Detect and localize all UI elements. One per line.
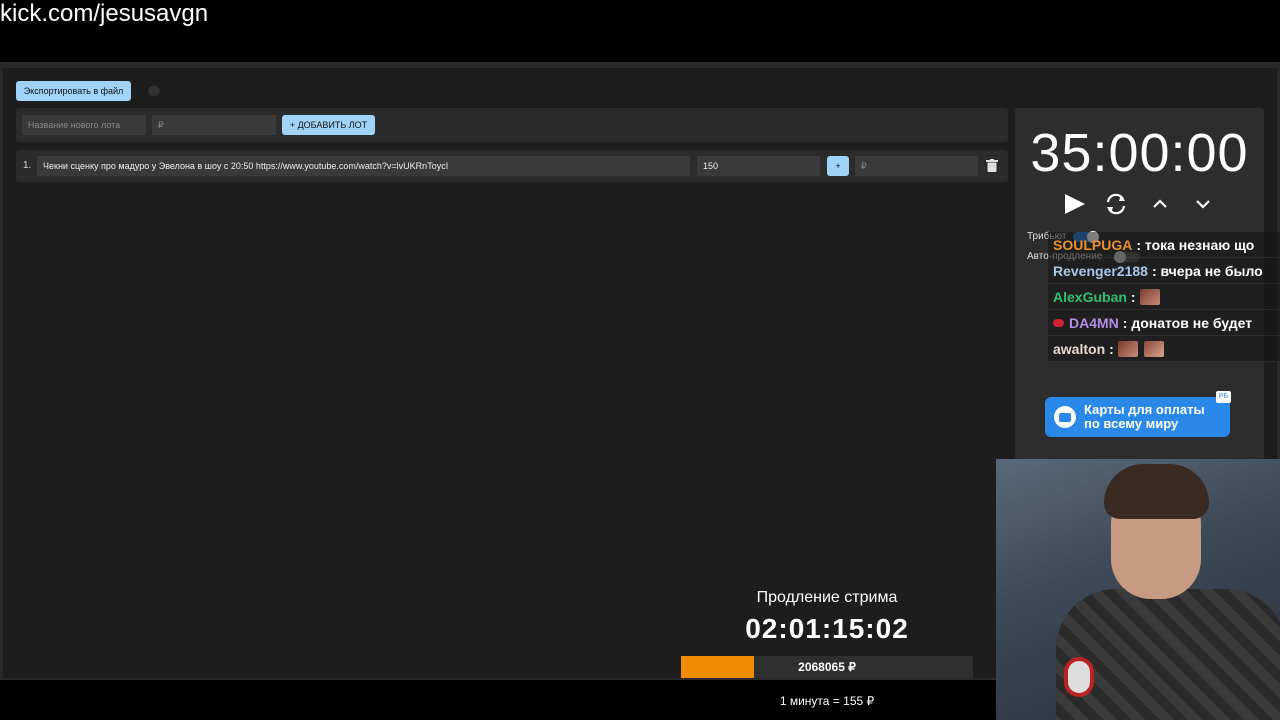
chat-text: :: [1130, 288, 1136, 305]
chat-username[interactable]: DA4MN: [1069, 315, 1119, 331]
ad-banner[interactable]: Карты для оплаты по всему миру: [1045, 397, 1230, 437]
channel-url-overlay: kick.com/jesusavgn: [0, 0, 209, 27]
chat-badge-icon: [1053, 318, 1064, 327]
add-lot-button[interactable]: + ДОБАВИТЬ ЛОТ: [282, 115, 375, 135]
trash-icon[interactable]: [986, 159, 998, 172]
chat-message: DA4MN: донатов не будет: [1048, 310, 1280, 336]
webcam-feed: [996, 459, 1280, 720]
chat-username[interactable]: AlexGuban: [1053, 289, 1127, 305]
lot-plus-button[interactable]: +: [827, 156, 849, 176]
card-icon: [1054, 406, 1076, 428]
add-lot-bar: Название нового лота ₽ + ДОБАВИТЬ ЛОТ: [16, 108, 1008, 142]
extension-progress-bar: 2068065 ₽: [681, 656, 973, 678]
chevron-down-icon[interactable]: [1191, 192, 1215, 216]
chat-overlay: SOULPUGA: тока незнаю що Revenger2188: вч…: [1048, 232, 1280, 362]
chat-text: : вчера не было: [1151, 262, 1263, 279]
chat-text: : донатов не будет: [1122, 314, 1253, 331]
chat-text: : тока незнаю що: [1136, 236, 1255, 253]
lot-name-input[interactable]: Чекни сценку про мадуро у Эвелона в шоу …: [37, 156, 690, 176]
extension-timer: 02:01:15:02: [745, 613, 909, 644]
streamer-body: [1056, 589, 1280, 720]
chat-message: Revenger2188: вчера не было: [1048, 258, 1280, 284]
lot-row: 1. Чекни сценку про мадуро у Эвелона в ш…: [16, 150, 1008, 182]
chat-emote-icon: [1139, 288, 1160, 305]
ad-line-2: по всему миру: [1084, 416, 1179, 431]
chat-username[interactable]: SOULPUGA: [1053, 237, 1132, 253]
ad-line-1: Карты для оплаты: [1084, 402, 1205, 417]
export-file-button[interactable]: Экспортировать в файл: [16, 81, 131, 101]
ad-badge: РБ: [1216, 391, 1231, 403]
new-lot-amount-input[interactable]: ₽: [152, 115, 276, 135]
extension-amount: 2068065 ₽: [798, 660, 856, 674]
lot-number: 1.: [23, 160, 32, 171]
streamer-hair: [1104, 464, 1209, 519]
reset-icon[interactable]: [1104, 192, 1128, 216]
extension-title: Продление стрима: [756, 589, 898, 606]
chat-text: :: [1109, 340, 1114, 357]
theme-toggle[interactable]: [148, 86, 160, 96]
extension-rate: 1 минута = 155 ₽: [779, 694, 875, 708]
chat-emote-icon: [1117, 340, 1138, 357]
chat-username[interactable]: awalton: [1053, 341, 1105, 357]
chat-message: awalton:: [1048, 336, 1280, 362]
microphone: [1064, 657, 1094, 697]
chevron-up-icon[interactable]: [1148, 192, 1172, 216]
lot-amount-input[interactable]: 150: [697, 156, 820, 176]
lot-add-amount-input[interactable]: ₽: [855, 156, 978, 176]
chat-message: AlexGuban:: [1048, 284, 1280, 310]
chat-message: SOULPUGA: тока незнаю що: [1048, 232, 1280, 258]
chat-username[interactable]: Revenger2188: [1053, 263, 1148, 279]
chat-emote-icon: [1143, 340, 1164, 357]
countdown-timer: 35:00:00: [1030, 123, 1249, 183]
new-lot-name-input[interactable]: Название нового лота: [22, 115, 146, 135]
play-icon[interactable]: [1062, 192, 1086, 216]
